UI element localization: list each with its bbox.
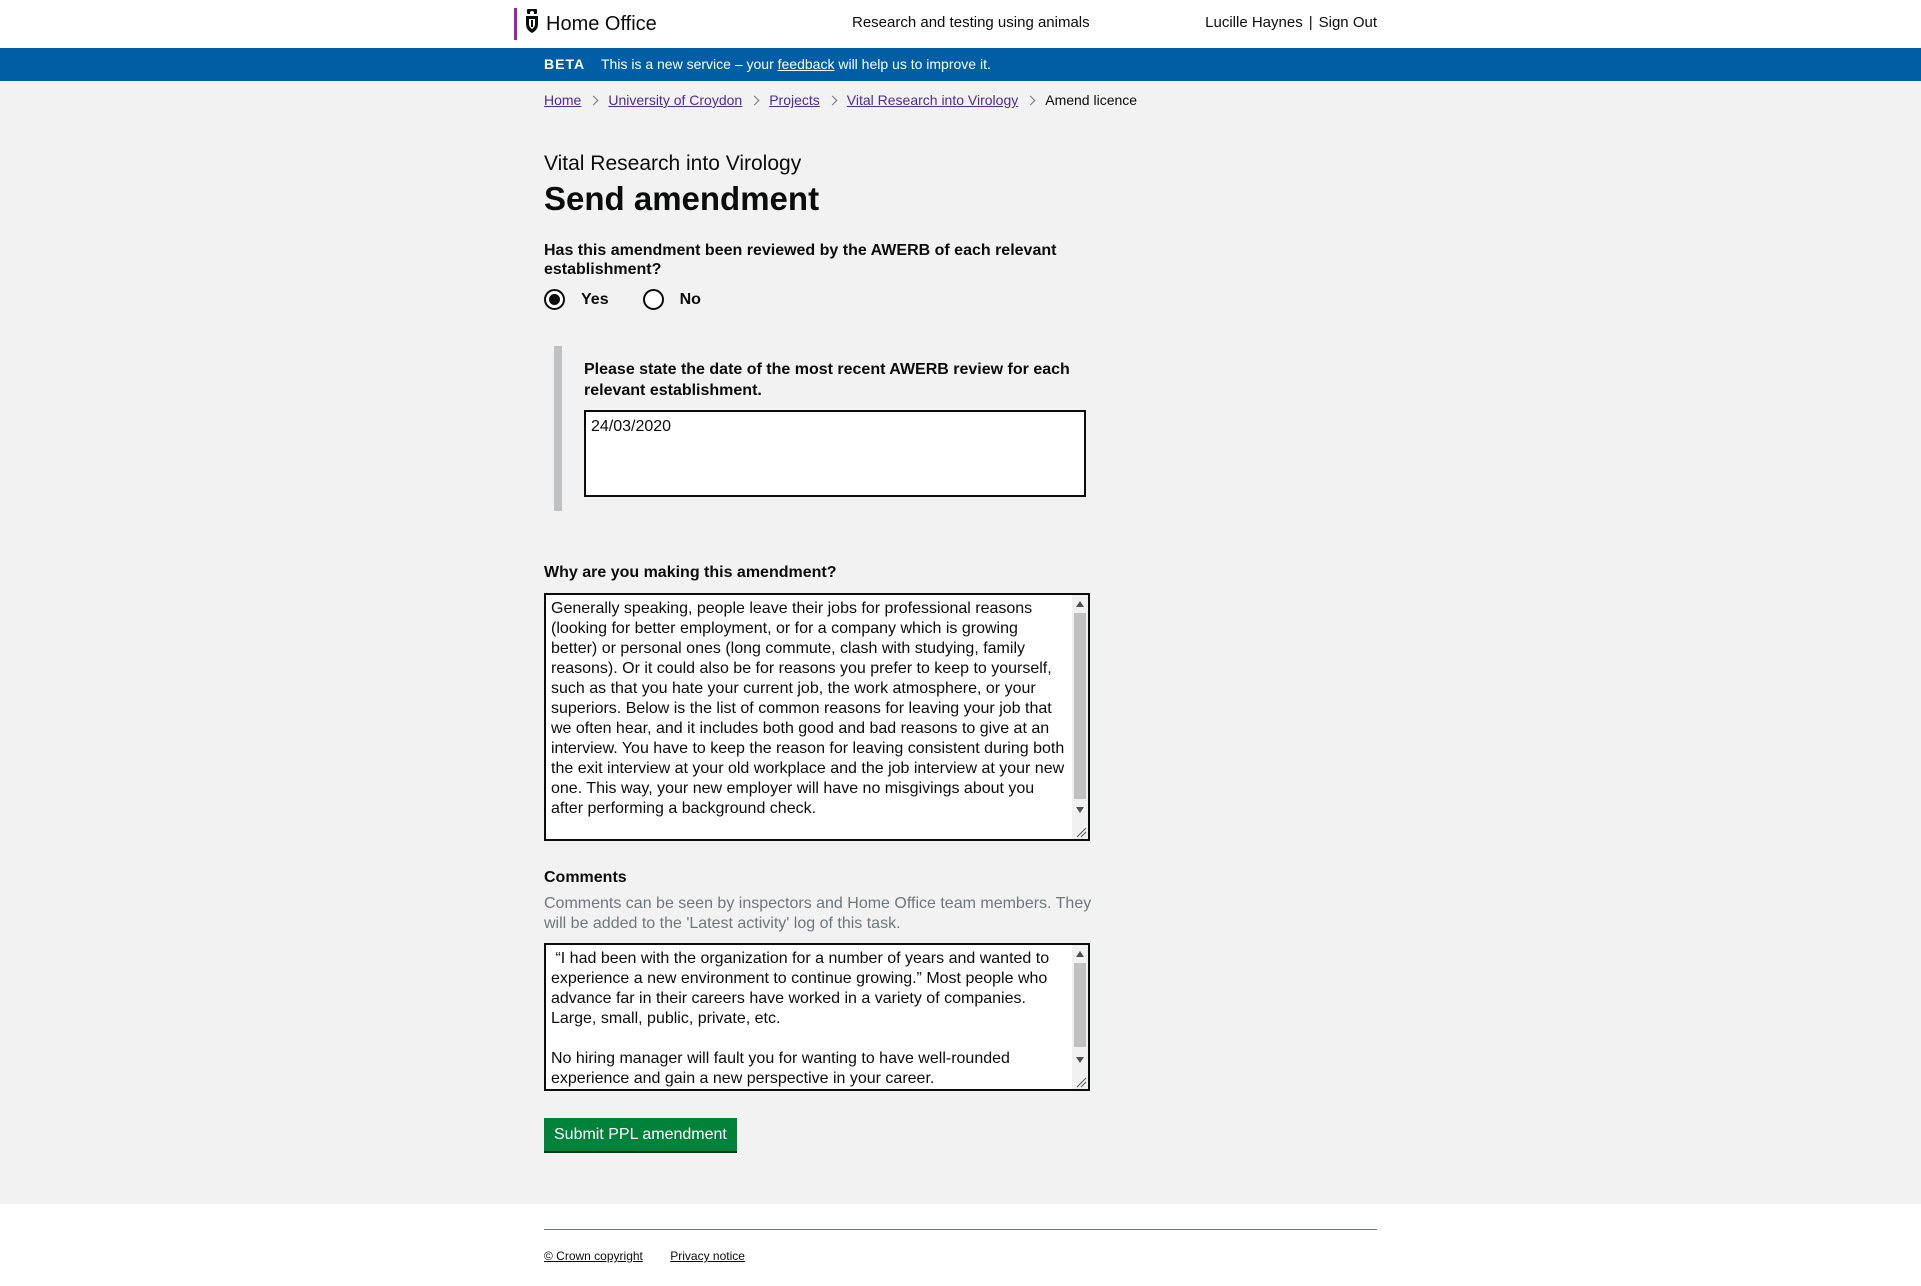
- awerb-date-label: Please state the date of the most recent…: [584, 361, 1070, 399]
- beta-message-after: will help us to improve it.: [834, 56, 991, 72]
- breadcrumb-home[interactable]: Home: [544, 92, 581, 108]
- comments-textarea[interactable]: “I had been with the organization for a …: [544, 943, 1090, 1091]
- breadcrumb-project[interactable]: Vital Research into Virology: [847, 92, 1018, 108]
- scroll-down-icon[interactable]: [1076, 1057, 1084, 1063]
- submit-amendment-button[interactable]: Submit PPL amendment: [544, 1118, 737, 1151]
- breadcrumb: Home University of Croydon Projects Vita…: [544, 92, 1137, 108]
- home-office-logo[interactable]: Home Office: [514, 8, 657, 40]
- radio-yes-indicator[interactable]: [544, 289, 565, 310]
- radio-no-label[interactable]: No: [680, 291, 701, 309]
- user-menu: Lucille Haynes | Sign Out: [1205, 14, 1377, 31]
- radio-yes-label[interactable]: Yes: [581, 291, 609, 309]
- radio-yes[interactable]: Yes: [544, 289, 609, 310]
- chevron-right-icon: [827, 95, 838, 105]
- sign-out-link[interactable]: Sign Out: [1319, 14, 1377, 31]
- scroll-up-icon[interactable]: [1076, 951, 1084, 957]
- comments-hint: Comments can be seen by inspectors and H…: [544, 895, 1092, 932]
- breadcrumb-projects[interactable]: Projects: [769, 92, 820, 108]
- breadcrumb-current: Amend licence: [1045, 92, 1138, 108]
- reason-label: Why are you making this amendment?: [544, 564, 837, 581]
- scrollbar-thumb[interactable]: [1074, 613, 1086, 799]
- feedback-link[interactable]: feedback: [778, 56, 835, 72]
- page-title: Send amendment: [544, 180, 820, 217]
- brand-name: Home Office: [546, 12, 657, 35]
- awerb-date-panel: Please state the date of the most recent…: [554, 346, 1122, 511]
- chevron-right-icon: [749, 95, 760, 105]
- chevron-right-icon: [588, 95, 599, 105]
- resize-grip-icon[interactable]: [1075, 1076, 1087, 1088]
- service-name[interactable]: Research and testing using animals: [852, 14, 1090, 31]
- reason-text[interactable]: Generally speaking, people leave their j…: [551, 599, 1066, 819]
- awerb-radio-group: Yes No: [544, 289, 735, 310]
- awerb-question: Has this amendment been reviewed by the …: [544, 242, 1057, 278]
- user-name[interactable]: Lucille Haynes: [1205, 14, 1303, 31]
- beta-message-before: This is a new service – your: [601, 56, 778, 72]
- user-separator: |: [1308, 14, 1313, 31]
- comments-scrollbar[interactable]: [1072, 945, 1088, 1089]
- scroll-down-icon[interactable]: [1076, 807, 1084, 813]
- breadcrumb-establishment[interactable]: University of Croydon: [608, 92, 742, 108]
- privacy-notice-link[interactable]: Privacy notice: [670, 1249, 745, 1263]
- comments-label: Comments: [544, 869, 627, 886]
- resize-grip-icon[interactable]: [1075, 826, 1087, 838]
- scroll-up-icon[interactable]: [1076, 601, 1084, 607]
- beta-tag: BETA: [544, 56, 586, 72]
- crest-icon: [524, 9, 540, 39]
- reason-textarea[interactable]: Generally speaking, people leave their j…: [544, 593, 1090, 841]
- reason-scrollbar[interactable]: [1072, 595, 1088, 839]
- chevron-right-icon: [1025, 95, 1036, 105]
- page-caption: Vital Research into Virology: [544, 152, 802, 175]
- brand-bar: [514, 8, 517, 40]
- crown-copyright-link[interactable]: © Crown copyright: [544, 1249, 643, 1263]
- footer-divider: [544, 1229, 1377, 1230]
- site-header: Home Office Research and testing using a…: [0, 0, 1921, 48]
- site-footer: © Crown copyright Privacy notice: [0, 1204, 1921, 1286]
- radio-no[interactable]: No: [642, 289, 701, 310]
- comments-text[interactable]: “I had been with the organization for a …: [551, 949, 1066, 1089]
- beta-message: This is a new service – your feedback wi…: [601, 56, 991, 72]
- radio-no-indicator[interactable]: [642, 289, 664, 310]
- awerb-date-field[interactable]: 24/03/2020: [584, 410, 1086, 497]
- scrollbar-thumb[interactable]: [1074, 963, 1086, 1047]
- beta-banner: BETA This is a new service – your feedba…: [0, 48, 1921, 81]
- footer-links: © Crown copyright Privacy notice: [544, 1249, 769, 1263]
